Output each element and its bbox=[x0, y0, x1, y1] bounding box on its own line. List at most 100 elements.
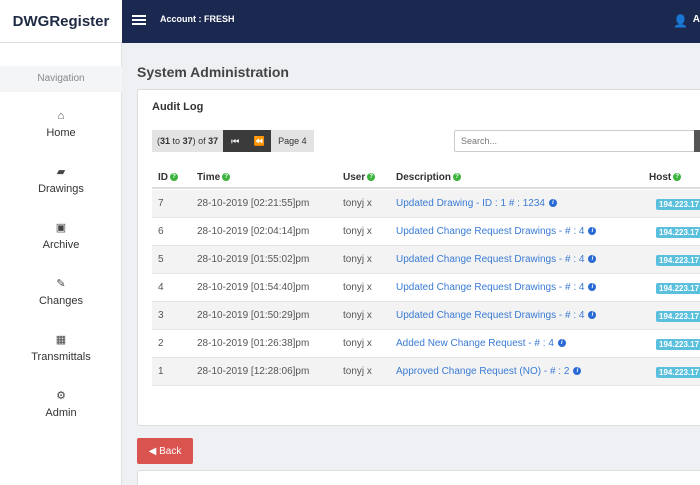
row-description-link[interactable]: Approved Change Request (NO) - # : 2i bbox=[396, 358, 582, 386]
info-icon[interactable]: i bbox=[588, 255, 597, 264]
sidebar-item-label: Transmittals bbox=[31, 351, 91, 363]
row-description-link[interactable]: Updated Drawing - ID : 1 # : 1234 i bbox=[396, 190, 557, 218]
table-row: 7 28-10-2019 [02:21:55]pm tonyj x Updated D… bbox=[152, 190, 700, 218]
audit-log-card: Audit Log (31 to 37) of 37 ⏮ ⏪ Page 4 ID… bbox=[137, 89, 700, 426]
info-icon[interactable]: i bbox=[548, 199, 557, 208]
sidebar-item-archive[interactable]: ▣ Archive bbox=[0, 221, 122, 251]
row-description-link[interactable]: Added New Change Request - # : 4i bbox=[396, 330, 566, 358]
table-row: 4 28-10-2019 [01:54:40]pm tonyj x Updated C… bbox=[152, 274, 700, 302]
column-header-description[interactable]: Description? bbox=[396, 172, 462, 183]
info-icon[interactable]: i bbox=[588, 283, 597, 292]
table-row: 3 28-10-2019 [01:50:29]pm tonyj x Updated C… bbox=[152, 302, 700, 330]
first-page-icon[interactable]: ⏮ bbox=[223, 130, 248, 152]
row-user: tonyj x bbox=[343, 366, 372, 377]
page-indicator: Page 4 bbox=[271, 130, 314, 152]
sidebar-item-drawings[interactable]: ▰ Drawings bbox=[0, 165, 122, 195]
pager: (31 to 37) of 37 ⏮ ⏪ Page 4 bbox=[152, 130, 314, 152]
row-time: 28-10-2019 [12:28:06]pm bbox=[197, 366, 310, 377]
archive-icon: ▣ bbox=[55, 222, 67, 234]
help-icon[interactable]: ? bbox=[453, 173, 462, 182]
card-title: Audit Log bbox=[152, 101, 204, 113]
search-input[interactable] bbox=[454, 130, 698, 152]
page-title: System Administration bbox=[137, 64, 289, 80]
row-description-link[interactable]: Updated Change Request Drawings - # : 4i bbox=[396, 274, 597, 302]
table-row: 5 28-10-2019 [01:55:02]pm tonyj x Updated C… bbox=[152, 246, 700, 274]
row-description-link[interactable]: Updated Change Request Drawings - # : 4i bbox=[396, 218, 597, 246]
info-icon[interactable]: i bbox=[557, 339, 566, 348]
host-badge: 194.223.17 bbox=[656, 255, 700, 266]
info-icon[interactable]: i bbox=[573, 367, 582, 376]
sidebar-item-label: Home bbox=[46, 127, 76, 139]
host-badge: 194.223.17 bbox=[656, 283, 700, 294]
sidebar-item-label: Archive bbox=[42, 239, 80, 251]
prev-page-icon[interactable]: ⏪ bbox=[247, 130, 272, 152]
sidebar-item-changes[interactable]: ✎ Changes bbox=[0, 277, 122, 307]
column-header-host[interactable]: Host? bbox=[649, 172, 682, 183]
user-menu-label[interactable]: A bbox=[693, 14, 700, 25]
info-icon[interactable]: i bbox=[588, 311, 597, 320]
table-row: 6 28-10-2019 [02:04:14]pm tonyj x Updated C… bbox=[152, 218, 700, 246]
row-description-link[interactable]: Updated Change Request Drawings - # : 4i bbox=[396, 246, 597, 274]
back-button[interactable]: ◀ Back bbox=[137, 438, 193, 464]
host-badge: 194.223.17 bbox=[656, 311, 700, 322]
help-icon[interactable]: ? bbox=[367, 173, 376, 182]
row-id: 6 bbox=[158, 226, 164, 237]
host-badge: 194.223.17 bbox=[656, 227, 700, 238]
top-bar: Account : FRESH 👤 A bbox=[122, 0, 700, 43]
info-icon[interactable]: i bbox=[588, 227, 597, 236]
back-button-label: Back bbox=[159, 445, 182, 457]
nav-title: Navigation bbox=[0, 66, 122, 92]
row-time: 28-10-2019 [02:04:14]pm bbox=[197, 226, 310, 237]
row-description-link[interactable]: Updated Change Request Drawings - # : 4i bbox=[396, 302, 597, 330]
row-user: tonyj x bbox=[343, 282, 372, 293]
row-time: 28-10-2019 [01:54:40]pm bbox=[197, 282, 310, 293]
folder-icon: ▰ bbox=[56, 166, 66, 178]
row-time: 28-10-2019 [02:21:55]pm bbox=[197, 198, 310, 209]
row-time: 28-10-2019 [01:50:29]pm bbox=[197, 310, 310, 321]
row-id: 7 bbox=[158, 198, 164, 209]
back-circle-icon: ◀ bbox=[148, 445, 157, 457]
cogs-icon: ⚙ bbox=[56, 390, 66, 402]
menu-toggle-icon[interactable] bbox=[132, 13, 146, 27]
column-header-time[interactable]: Time? bbox=[197, 172, 231, 183]
row-time: 28-10-2019 [01:26:38]pm bbox=[197, 338, 310, 349]
sidebar-item-home[interactable]: ⌂ Home bbox=[0, 109, 122, 139]
column-header-id[interactable]: ID? bbox=[158, 172, 178, 183]
row-id: 3 bbox=[158, 310, 164, 321]
row-id: 4 bbox=[158, 282, 164, 293]
edit-icon: ✎ bbox=[56, 278, 66, 290]
table-row: 2 28-10-2019 [01:26:38]pm tonyj x Added New… bbox=[152, 330, 700, 358]
row-id: 1 bbox=[158, 366, 164, 377]
help-icon[interactable]: ? bbox=[673, 173, 682, 182]
row-id: 2 bbox=[158, 338, 164, 349]
sidebar-item-transmittals[interactable]: ▦ Transmittals bbox=[0, 333, 122, 363]
help-icon[interactable]: ? bbox=[222, 173, 231, 182]
row-user: tonyj x bbox=[343, 310, 372, 321]
row-user: tonyj x bbox=[343, 254, 372, 265]
pager-info: (31 to 37) of 37 bbox=[152, 130, 224, 152]
sidebar-item-label: Drawings bbox=[38, 183, 84, 195]
brand-logo[interactable]: DWGRegister bbox=[0, 0, 122, 43]
home-icon: ⌂ bbox=[57, 110, 65, 122]
sidebar-item-admin[interactable]: ⚙ Admin bbox=[0, 389, 122, 419]
sidebar-item-label: Admin bbox=[45, 407, 77, 419]
host-badge: 194.223.17 bbox=[656, 199, 700, 210]
help-icon[interactable]: ? bbox=[170, 173, 178, 182]
share-icon: ▦ bbox=[55, 334, 67, 346]
account-label: Account : FRESH bbox=[160, 14, 235, 24]
table-row: 1 28-10-2019 [12:28:06]pm tonyj x Approved … bbox=[152, 358, 700, 386]
sidebar: Navigation ⌂ Home ▰ Drawings ▣ Archive ✎ Change… bbox=[0, 43, 122, 485]
host-badge: 194.223.17 bbox=[656, 367, 700, 378]
row-user: tonyj x bbox=[343, 338, 372, 349]
row-id: 5 bbox=[158, 254, 164, 265]
secondary-card bbox=[137, 470, 700, 485]
row-time: 28-10-2019 [01:55:02]pm bbox=[197, 254, 310, 265]
host-badge: 194.223.17 bbox=[656, 339, 700, 350]
row-user: tonyj x bbox=[343, 198, 372, 209]
sidebar-item-label: Changes bbox=[38, 295, 84, 307]
column-header-user[interactable]: User? bbox=[343, 172, 376, 183]
user-icon[interactable]: 👤 bbox=[673, 14, 688, 28]
search-button[interactable] bbox=[694, 130, 700, 152]
row-user: tonyj x bbox=[343, 226, 372, 237]
header-divider bbox=[152, 187, 700, 189]
